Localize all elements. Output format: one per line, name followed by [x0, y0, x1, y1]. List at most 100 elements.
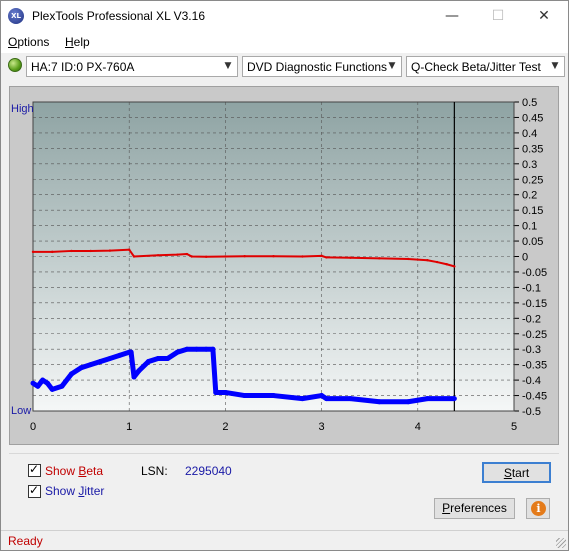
- y-tick-label: 0.4: [522, 128, 537, 140]
- jitter-data-point: [165, 355, 171, 361]
- info-icon: i: [531, 501, 546, 516]
- menu-options[interactable]: Options: [8, 35, 49, 49]
- jitter-data-point: [145, 359, 151, 365]
- jitter-data-point: [35, 383, 41, 389]
- jitter-data-point: [155, 355, 161, 361]
- beta-data-point: [156, 254, 160, 257]
- drive-disc-icon: [8, 58, 22, 72]
- y-tick-label: 0.5: [522, 97, 537, 109]
- beta-data-point: [132, 255, 136, 258]
- jitter-data-point: [376, 399, 382, 405]
- check-icon: ✓: [29, 483, 40, 497]
- beta-data-point: [445, 263, 448, 266]
- x-tick-label: 0: [30, 421, 36, 433]
- jitter-data-point: [242, 393, 248, 399]
- jitter-data-point: [299, 396, 305, 402]
- y-tick-label: -0.1: [522, 282, 541, 294]
- beta-data-point: [426, 259, 429, 262]
- x-tick-label: 4: [415, 421, 421, 433]
- info-button[interactable]: i: [526, 498, 550, 519]
- jitter-data-point: [213, 389, 219, 395]
- beta-data-point: [31, 250, 35, 254]
- beta-data-point: [406, 257, 410, 261]
- jitter-data-point: [203, 346, 209, 352]
- y-tick-label: 0.35: [522, 143, 543, 155]
- drive-select-value: HA:7 ID:0 PX-760A: [31, 60, 135, 74]
- minimize-button[interactable]: —: [429, 1, 475, 31]
- jitter-data-point: [136, 368, 142, 374]
- close-button[interactable]: ✕: [521, 1, 567, 31]
- beta-data-point: [176, 253, 179, 256]
- jitter-data-point: [405, 399, 411, 405]
- jitter-data-point: [424, 396, 430, 402]
- y-tick-label: -0.45: [522, 391, 547, 403]
- show-jitter-checkbox[interactable]: ✓: [28, 483, 41, 498]
- function-select-value: DVD Diagnostic Functions: [247, 60, 388, 74]
- jitter-data-point: [68, 371, 74, 377]
- drive-select[interactable]: HA:7 ID:0 PX-760A ▼: [26, 56, 238, 77]
- jitter-data-point: [194, 346, 200, 352]
- jitter-data-point: [78, 365, 84, 371]
- resize-grip-icon[interactable]: [556, 538, 566, 548]
- status-text: Ready: [8, 534, 43, 548]
- jitter-data-point: [59, 383, 65, 389]
- beta-data-point: [435, 260, 439, 264]
- beta-jitter-chart: 0.5 0.45 0.4 0.35 0.3 0.25 0.2 0.15 0.1 0.05 0 -0.0…: [11, 97, 547, 433]
- chevron-down-icon: ▼: [551, 61, 559, 71]
- jitter-data-point: [97, 359, 103, 365]
- jitter-data-point: [222, 389, 228, 395]
- y-tick-label: -0.2: [522, 313, 541, 325]
- beta-data-point: [453, 265, 456, 268]
- y-tick-label: -0.3: [522, 344, 541, 356]
- jitter-data-point: [44, 380, 50, 386]
- y-tick-label: 0.15: [522, 205, 543, 217]
- lsn-label: LSN:: [141, 464, 168, 478]
- jitter-data-point: [107, 355, 113, 361]
- beta-data-point: [320, 254, 323, 258]
- show-jitter-label[interactable]: Show Jitter: [45, 484, 104, 498]
- jitter-data-point: [128, 349, 134, 355]
- window-title: PlexTools Professional XL V3.16: [32, 9, 205, 23]
- beta-data-point: [51, 250, 54, 254]
- show-beta-label[interactable]: Show Beta: [45, 464, 103, 478]
- app-window: XL PlexTools Professional XL V3.16 — ☐ ✕…: [0, 0, 569, 551]
- y-tick-label: -0.25: [522, 329, 547, 341]
- x-tick-label: 3: [319, 421, 325, 433]
- chart-panel: 0.5 0.45 0.4 0.35 0.3 0.25 0.2 0.15 0.1 0.05 0 -0.0…: [9, 86, 559, 445]
- y-tick-label: 0: [522, 252, 528, 264]
- jitter-data-point: [347, 396, 353, 402]
- chevron-down-icon: ▼: [224, 61, 232, 71]
- y-tick-label: -0.05: [522, 267, 547, 279]
- app-logo-icon: XL: [8, 8, 24, 24]
- preferences-button[interactable]: Preferences: [434, 498, 515, 519]
- jitter-data-point: [184, 346, 190, 352]
- x-tick-label: 2: [222, 421, 228, 433]
- beta-data-point: [190, 255, 193, 258]
- beta-data-point: [272, 254, 275, 258]
- y-tick-label: 0.2: [522, 190, 537, 202]
- show-beta-checkbox[interactable]: ✓: [28, 462, 41, 477]
- jitter-data-point: [319, 393, 325, 399]
- maximize-button[interactable]: ☐: [475, 1, 521, 31]
- chevron-down-icon: ▼: [388, 61, 396, 71]
- jitter-data-point: [210, 346, 216, 352]
- y-tick-label: -0.5: [522, 406, 541, 418]
- lsn-value: 2295040: [185, 464, 232, 478]
- menu-help[interactable]: Help: [65, 35, 90, 49]
- beta-data-point: [185, 252, 189, 256]
- y-tick-label: -0.15: [522, 298, 547, 310]
- x-tick-label: 5: [511, 421, 517, 433]
- start-button[interactable]: Start: [482, 462, 551, 483]
- check-icon: ✓: [29, 462, 40, 476]
- function-select[interactable]: DVD Diagnostic Functions ▼: [242, 56, 402, 77]
- jitter-data-point: [40, 377, 46, 383]
- title-bar: XL PlexTools Professional XL V3.16 — ☐ ✕: [1, 1, 568, 31]
- beta-data-point: [325, 256, 328, 259]
- jitter-data-point: [174, 349, 180, 355]
- y-tick-label: 0.25: [522, 174, 543, 186]
- test-select[interactable]: Q-Check Beta/Jitter Test ▼: [406, 56, 565, 77]
- y-tick-label: -0.4: [522, 375, 541, 387]
- jitter-data-point: [30, 380, 36, 386]
- beta-data-point: [204, 255, 208, 259]
- jitter-data-point: [49, 386, 55, 392]
